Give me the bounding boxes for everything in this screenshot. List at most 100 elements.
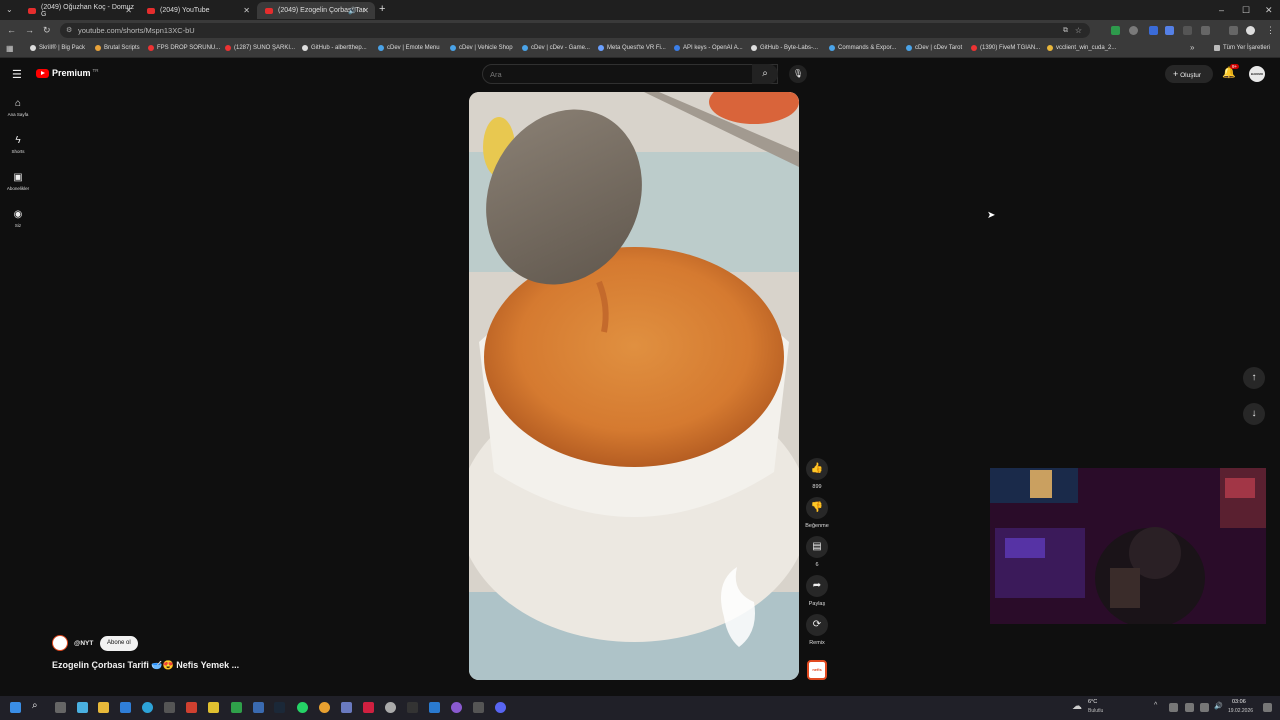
maximize-button[interactable]: ☐ [1242, 5, 1250, 16]
tray-overflow-icon[interactable]: ^ [1154, 702, 1157, 709]
reload-icon[interactable]: ↻ [43, 25, 51, 36]
bookmark-item[interactable]: cDev | Vehicle Shop [450, 45, 513, 51]
extension-icon[interactable] [1183, 26, 1192, 35]
extensions-menu-icon[interactable] [1201, 26, 1210, 35]
tab-close-icon[interactable]: ✕ [243, 6, 250, 15]
tab-search-icon[interactable]: ⌄ [6, 5, 13, 14]
channel-avatar[interactable] [52, 635, 68, 651]
account-avatar[interactable]: BAKIMO [1249, 66, 1265, 82]
minimize-button[interactable]: – [1219, 5, 1224, 15]
sidebar-item-subscriptions[interactable]: ▣ Abonelikler [0, 172, 36, 191]
search-button[interactable]: ⌕ [752, 64, 778, 84]
bookmark-item[interactable]: API keys - OpenAI A... [674, 45, 743, 51]
site-info-icon[interactable]: ⚙ [66, 23, 72, 38]
bookmark-item[interactable]: (1287) SUNO ŞARKI... [225, 45, 295, 51]
puzzle-extension-icon[interactable] [1165, 26, 1174, 35]
mail-icon[interactable] [120, 702, 131, 713]
voice-search-button[interactable]: 🎙 [789, 65, 807, 83]
edge-browser-icon[interactable] [142, 702, 153, 713]
all-bookmarks-button[interactable]: Tüm Yer İşaretleri [1214, 45, 1270, 51]
app-icon[interactable] [363, 702, 374, 713]
profile-switch-icon[interactable] [1229, 26, 1238, 35]
app-icon[interactable] [341, 702, 352, 713]
tray-app-icon[interactable] [1200, 703, 1209, 712]
microphone-tray-icon[interactable] [1185, 703, 1194, 712]
forward-icon[interactable]: → [25, 25, 34, 35]
create-button[interactable]: + Oluştur [1165, 65, 1213, 83]
install-app-icon[interactable]: ⧉ [1063, 23, 1068, 38]
back-icon[interactable]: ← [7, 25, 16, 35]
next-short-button[interactable]: ↓ [1243, 403, 1265, 425]
profile-avatar-icon[interactable] [1246, 26, 1255, 35]
bookmarks-overflow-button[interactable]: » [1190, 43, 1194, 52]
app-icon[interactable] [186, 702, 197, 713]
task-view-icon[interactable] [55, 702, 66, 713]
address-bar[interactable]: ⚙ youtube.com/shorts/Mspn13XC-bU ⧉ ☆ [60, 23, 1090, 38]
tab-close-icon[interactable]: ✕ [362, 6, 369, 15]
cloud-weather-icon[interactable]: ☁ [1072, 701, 1082, 712]
green-extension-icon[interactable] [1111, 26, 1120, 35]
bookmark-item[interactable]: GitHub - Byte-Labs-... [751, 45, 818, 51]
app-icon[interactable] [407, 702, 418, 713]
bookmark-item[interactable]: cDev | Emote Menu [378, 45, 440, 51]
widgets-icon[interactable] [77, 702, 88, 713]
sidebar-item-home[interactable]: ⌂ Ana Sayfa [0, 98, 36, 117]
apps-grid-icon[interactable]: ▦ [6, 44, 14, 53]
steam-icon[interactable] [274, 702, 285, 713]
search-input[interactable]: Ara [482, 64, 778, 84]
xbox-icon[interactable] [231, 702, 242, 713]
bookmark-item[interactable]: FPS DROP SORUNU... [148, 45, 220, 51]
vscode-icon[interactable] [429, 702, 440, 713]
bookmark-item[interactable]: (1390) FiveM TGIAN... [971, 45, 1040, 51]
bookmark-item[interactable]: cDev | cDev - Game... [522, 45, 590, 51]
app-icon[interactable] [253, 702, 264, 713]
youtube-logo[interactable]: Premium TR [36, 68, 99, 78]
sidebar-item-you[interactable]: ◉ Siz [0, 209, 36, 228]
clock-time[interactable]: 03:06 [1232, 699, 1246, 705]
whatsapp-icon[interactable] [297, 702, 308, 713]
audio-playing-icon[interactable]: 🔊 [348, 7, 357, 15]
notification-center-icon[interactable] [1263, 703, 1272, 712]
app-icon[interactable] [208, 702, 219, 713]
channel-handle[interactable]: @NYT [74, 640, 93, 647]
bookmark-item[interactable]: Meta Quest'te VR Fi... [598, 45, 666, 51]
shield-extension-icon[interactable] [1129, 26, 1138, 35]
tab-close-icon[interactable]: ✕ [125, 6, 132, 15]
share-button[interactable]: ➦ [806, 575, 828, 597]
app-icon[interactable] [473, 702, 484, 713]
like-button[interactable]: 👍 [806, 458, 828, 480]
store-icon[interactable] [164, 702, 175, 713]
volume-icon[interactable]: 🔊 [1214, 702, 1223, 710]
comments-button[interactable]: ▤ [806, 536, 828, 558]
clock-date[interactable]: 19.02.2026 [1228, 708, 1253, 714]
previous-short-button[interactable]: ↑ [1243, 367, 1265, 389]
bookmark-item[interactable]: GitHub - albertthep... [302, 45, 367, 51]
sidebar-item-shorts[interactable]: ϟ Shorts [0, 135, 36, 154]
blue-extension-icon[interactable] [1149, 26, 1158, 35]
bookmark-item[interactable]: cDev | cDev Tarot [906, 45, 962, 51]
new-tab-button[interactable]: + [379, 3, 385, 15]
bookmark-star-icon[interactable]: ☆ [1075, 23, 1082, 38]
bookmark-item[interactable]: Skrill® | Big Pack [30, 45, 85, 51]
hamburger-menu-icon[interactable]: ☰ [12, 68, 22, 81]
app-icon[interactable] [451, 702, 462, 713]
file-explorer-icon[interactable] [98, 702, 109, 713]
discord-icon[interactable] [495, 702, 506, 713]
windows-start-icon[interactable] [10, 702, 21, 713]
chatgpt-icon[interactable] [385, 702, 396, 713]
tab-youtube[interactable]: (2049) YouTube ✕ [139, 2, 256, 19]
remix-button[interactable]: ⟳ [806, 614, 828, 636]
short-title[interactable]: Ezogelin Çorbası Tarifi 🥣😍 Nefis Yemek .… [52, 660, 239, 671]
bookmark-item[interactable]: Commands & Expor... [829, 45, 896, 51]
tab-oguzhan[interactable]: (2049) Oğuzhan Koç - Domuz G ✕ [20, 2, 138, 19]
short-video-player[interactable] [469, 92, 799, 680]
chrome-icon[interactable] [319, 702, 330, 713]
browser-menu-icon[interactable]: ⋮ [1266, 25, 1275, 36]
window-close-button[interactable]: ✕ [1265, 5, 1273, 16]
tab-ezogelin[interactable]: (2049) Ezogelin Çorbası Tar 🔊 ✕ [257, 2, 375, 19]
tray-app-icon[interactable] [1169, 703, 1178, 712]
bookmark-item[interactable]: vcclient_win_cuda_2... [1047, 45, 1116, 51]
subscribe-button[interactable]: Abone ol [100, 636, 138, 651]
taskbar-search-icon[interactable]: ⌕ [32, 700, 38, 711]
channel-thumbnail[interactable]: nefis [807, 660, 827, 680]
